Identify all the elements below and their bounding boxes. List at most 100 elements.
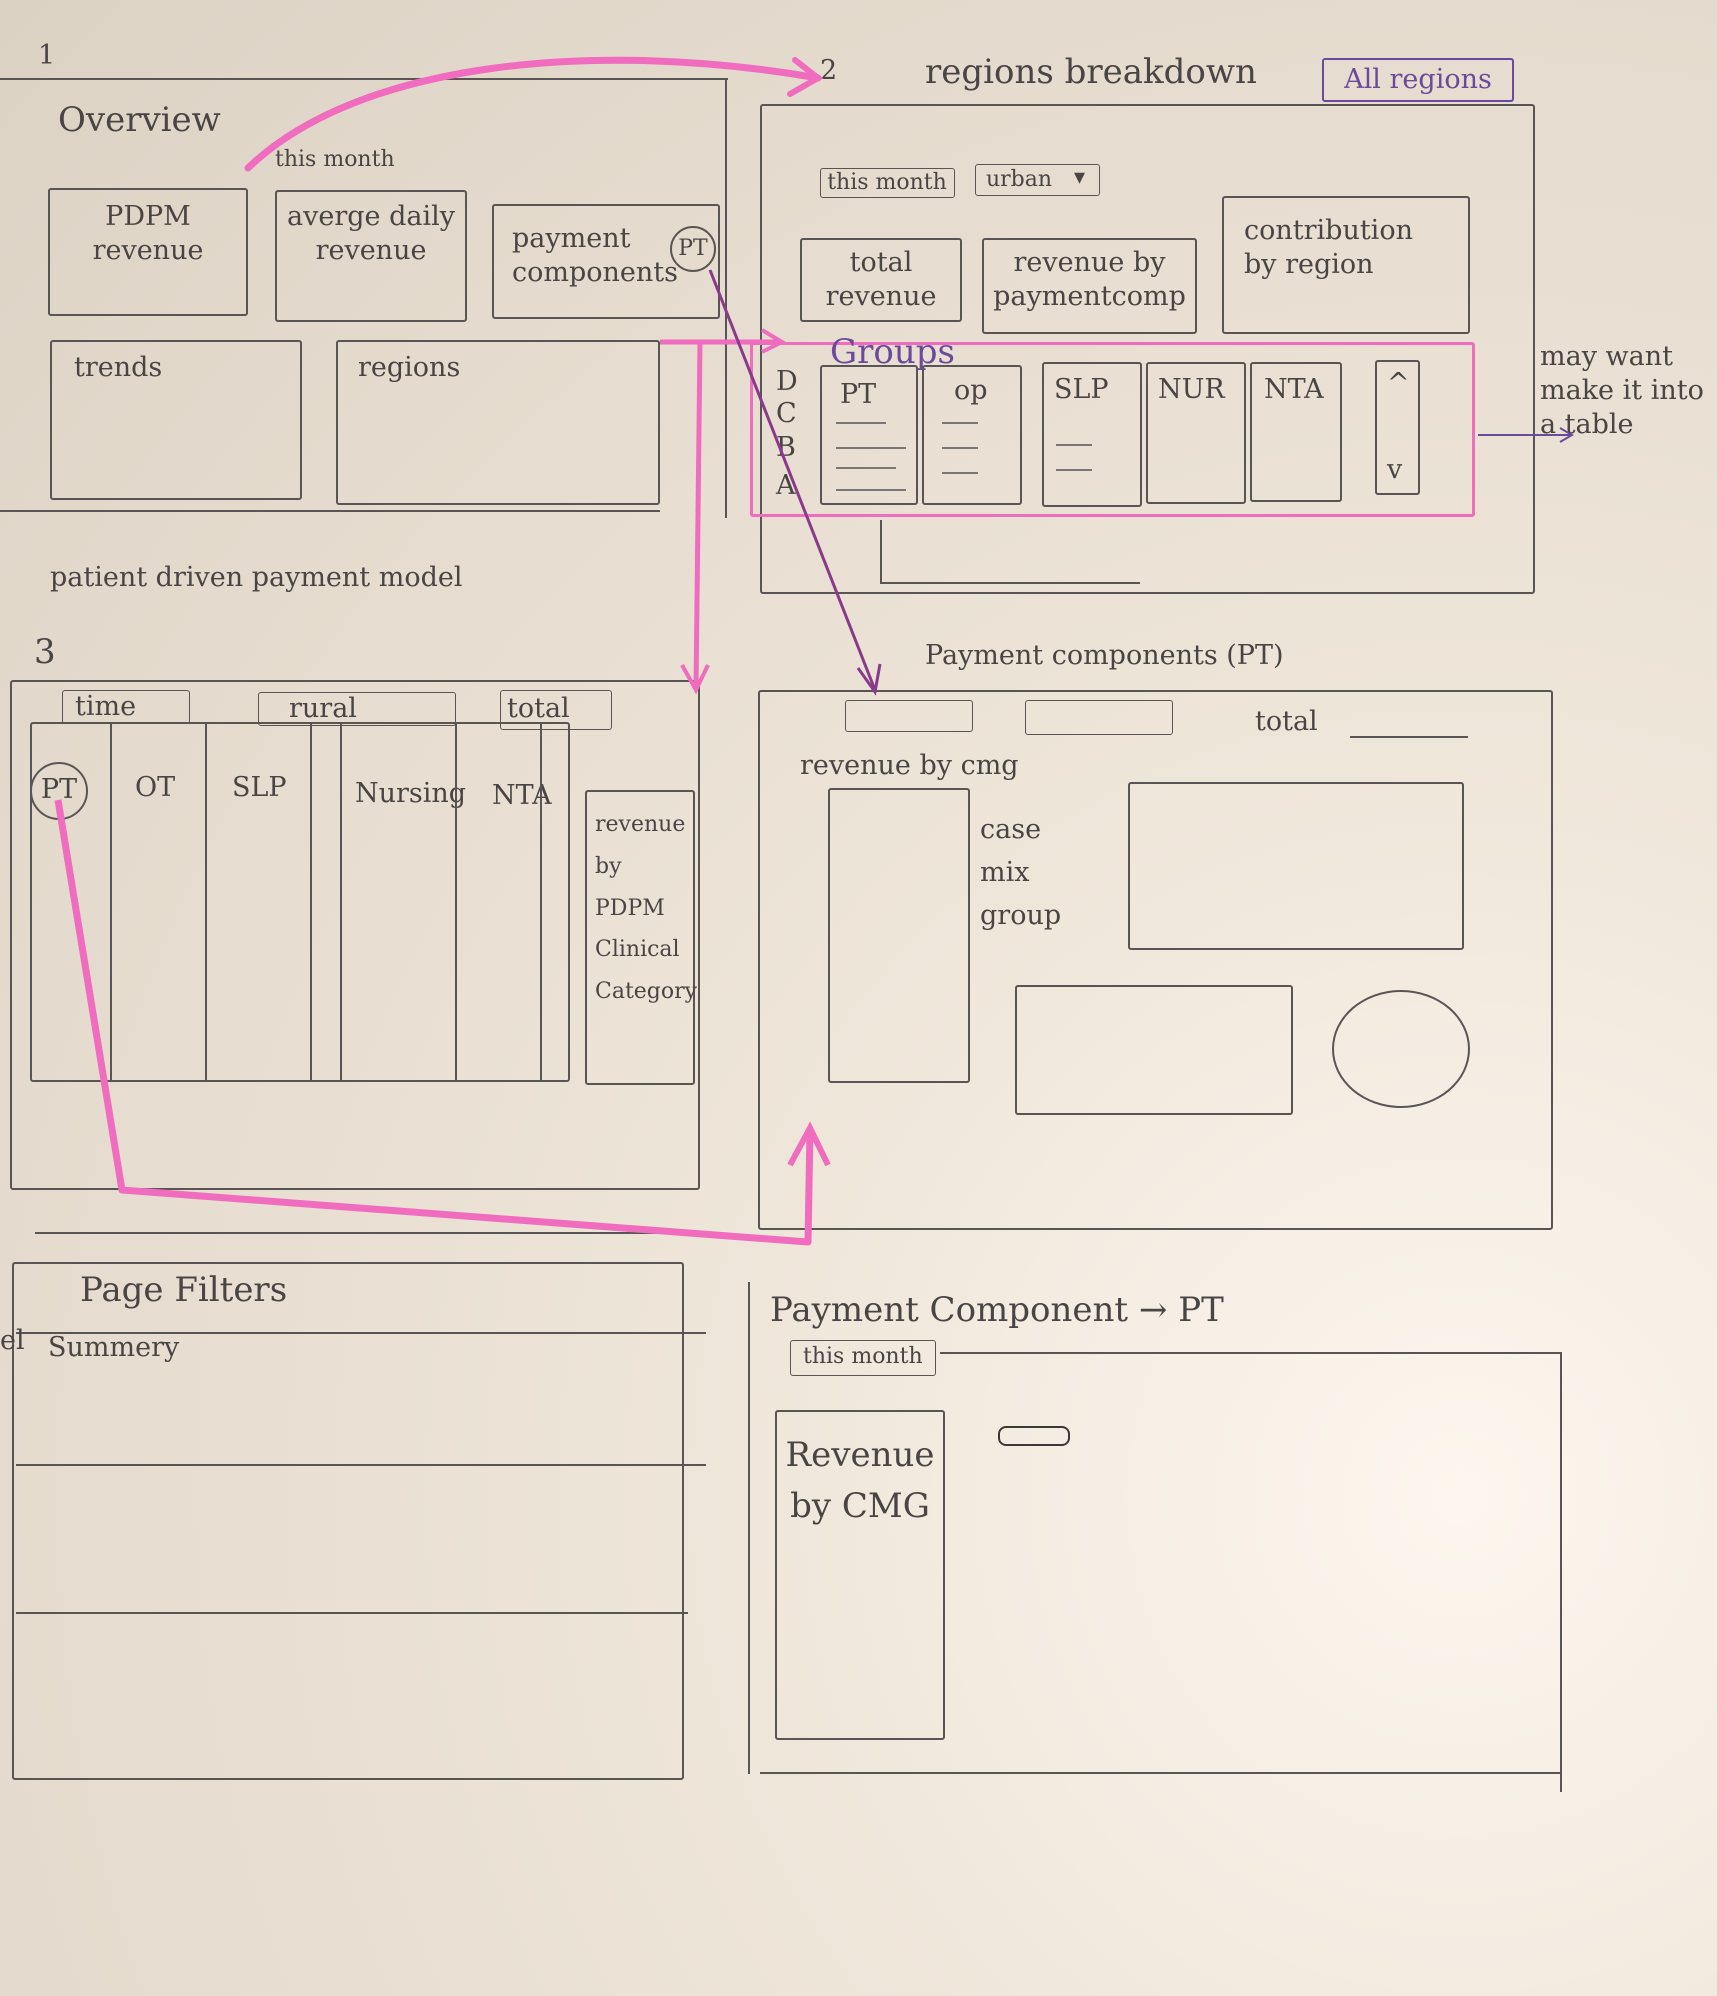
- regions-breakdown-title: regions breakdown: [925, 52, 1257, 92]
- column-divider: [340, 722, 342, 1082]
- row-label-a: A: [776, 470, 796, 501]
- total-revenue-card[interactable]: total revenue: [800, 238, 962, 322]
- slp-column-label: SLP: [232, 772, 287, 803]
- clinical-category-card[interactable]: revenue by PDPM Clinical Category: [585, 790, 698, 1085]
- payment-components-title: Payment components (PT): [925, 640, 1284, 671]
- all-regions-button[interactable]: All regions: [1322, 58, 1514, 102]
- divider: [760, 1772, 1560, 1774]
- divider: [880, 582, 1140, 584]
- group-col-nta[interactable]: NTA: [1250, 362, 1342, 502]
- bar-mark: [836, 489, 906, 491]
- all-regions-label: All regions: [1344, 64, 1492, 95]
- row-label-c: C: [776, 398, 797, 429]
- time-filter-label: time: [75, 691, 137, 722]
- column-divider: [205, 722, 207, 1082]
- bar-mark: [942, 447, 978, 449]
- time-filter[interactable]: time: [62, 690, 190, 724]
- annotation-note: may want make it into a table: [1540, 341, 1704, 440]
- nursing-column-label: Nursing: [355, 778, 467, 809]
- urban-filter[interactable]: urban ▾: [975, 164, 1100, 196]
- this-month-filter-label: this month: [827, 170, 947, 195]
- bar-mark: [836, 447, 906, 449]
- chevron-down-icon: ▾: [1074, 165, 1086, 190]
- divider: [748, 1282, 750, 1774]
- average-daily-revenue-card[interactable]: averge daily revenue: [275, 190, 467, 322]
- period-label: this month: [275, 147, 395, 172]
- divider: [0, 510, 660, 512]
- vertical-scrollbar[interactable]: ^ v: [1375, 360, 1420, 495]
- total-label: total: [1255, 706, 1318, 737]
- group-col-nur[interactable]: NUR: [1146, 362, 1246, 504]
- divider: [0, 78, 728, 80]
- divider: [35, 1232, 685, 1234]
- summary-label: Summery: [48, 1332, 180, 1363]
- bar-mark: [1056, 469, 1092, 471]
- pdpm-revenue-card[interactable]: PDPM revenue: [48, 188, 248, 316]
- case-mix-group-label: case mix group: [980, 814, 1062, 932]
- chevron-up-icon[interactable]: ^: [1387, 368, 1410, 399]
- filter-slot-2[interactable]: [1025, 700, 1173, 735]
- bar-mark: [1056, 444, 1092, 446]
- pt-badge-label: PT: [678, 236, 708, 261]
- bar-mark: [836, 422, 886, 424]
- pt-badge[interactable]: PT: [670, 226, 716, 272]
- column-divider: [540, 722, 542, 1082]
- overview-title: Overview: [58, 100, 221, 140]
- rural-filter[interactable]: rural: [258, 692, 456, 726]
- revenue-by-cmg-label: revenue by cmg: [800, 750, 1019, 781]
- nta-column-label: NTA: [492, 780, 552, 811]
- total-revenue-label: total revenue: [825, 247, 937, 312]
- regions-card[interactable]: regions: [336, 340, 660, 505]
- pdpm-caption: patient driven payment model: [50, 562, 463, 593]
- chevron-down-icon[interactable]: v: [1387, 454, 1402, 485]
- scribble-mark: [998, 1426, 1070, 1446]
- pt-highlight-circle[interactable]: PT: [30, 762, 88, 820]
- group-col-slp[interactable]: SLP: [1042, 362, 1142, 507]
- column-divider: [110, 722, 112, 1082]
- revenue-by-component-card[interactable]: revenue by paymentcomp: [982, 238, 1197, 334]
- total-filter-label: total: [507, 693, 570, 724]
- bar-mark: [942, 472, 978, 474]
- section-number-3: 3: [34, 632, 56, 672]
- divider: [940, 1352, 1560, 1354]
- group-col-op[interactable]: op: [922, 365, 1022, 505]
- group-col-nta-label: NTA: [1264, 374, 1324, 405]
- payment-component-pt-title: Payment Component → PT: [770, 1290, 1224, 1330]
- row-label-d: D: [776, 366, 798, 397]
- filter-slot-1[interactable]: [845, 700, 973, 732]
- trends-card[interactable]: trends: [50, 340, 302, 500]
- secondary-chart[interactable]: [1015, 985, 1293, 1115]
- column-divider: [455, 722, 457, 1082]
- revenue-by-cmg-card[interactable]: Revenue by CMG: [775, 1410, 945, 1740]
- section-number-1: 1: [38, 40, 56, 71]
- row-label-b: B: [776, 432, 796, 463]
- payment-components-card[interactable]: payment components PT: [492, 204, 720, 319]
- group-col-op-label: op: [954, 375, 988, 406]
- clinical-category-label: revenue by PDPM Clinical Category: [595, 812, 698, 1005]
- this-month-filter[interactable]: this month: [820, 168, 955, 198]
- group-col-slp-label: SLP: [1054, 374, 1109, 405]
- this-month-filter-2[interactable]: this month: [790, 1340, 936, 1376]
- cmg-bar-chart[interactable]: [828, 788, 970, 1083]
- urban-filter-label: urban: [986, 167, 1053, 192]
- detail-chart[interactable]: [1128, 782, 1464, 950]
- pt-column-label: PT: [40, 774, 78, 805]
- total-value-line: [1350, 736, 1468, 738]
- divider: [725, 78, 727, 518]
- contribution-card[interactable]: contribution by region: [1222, 196, 1470, 334]
- payment-components-label: payment components: [512, 223, 678, 288]
- divider: [16, 1612, 688, 1614]
- trends-label: trends: [74, 352, 163, 383]
- section-number-2: 2: [820, 55, 838, 86]
- contribution-label: contribution by region: [1244, 215, 1413, 280]
- group-col-pt-label: PT: [840, 379, 877, 410]
- divider: [16, 1464, 706, 1466]
- regions-label: regions: [358, 352, 461, 383]
- divider: [880, 520, 882, 582]
- pie-chart[interactable]: [1332, 990, 1470, 1108]
- column-divider: [310, 722, 312, 1082]
- group-col-pt[interactable]: PT: [820, 365, 918, 505]
- ot-column-label: OT: [135, 772, 176, 803]
- bar-mark: [942, 422, 978, 424]
- revenue-by-cmg-card-label: Revenue by CMG: [785, 1435, 935, 1526]
